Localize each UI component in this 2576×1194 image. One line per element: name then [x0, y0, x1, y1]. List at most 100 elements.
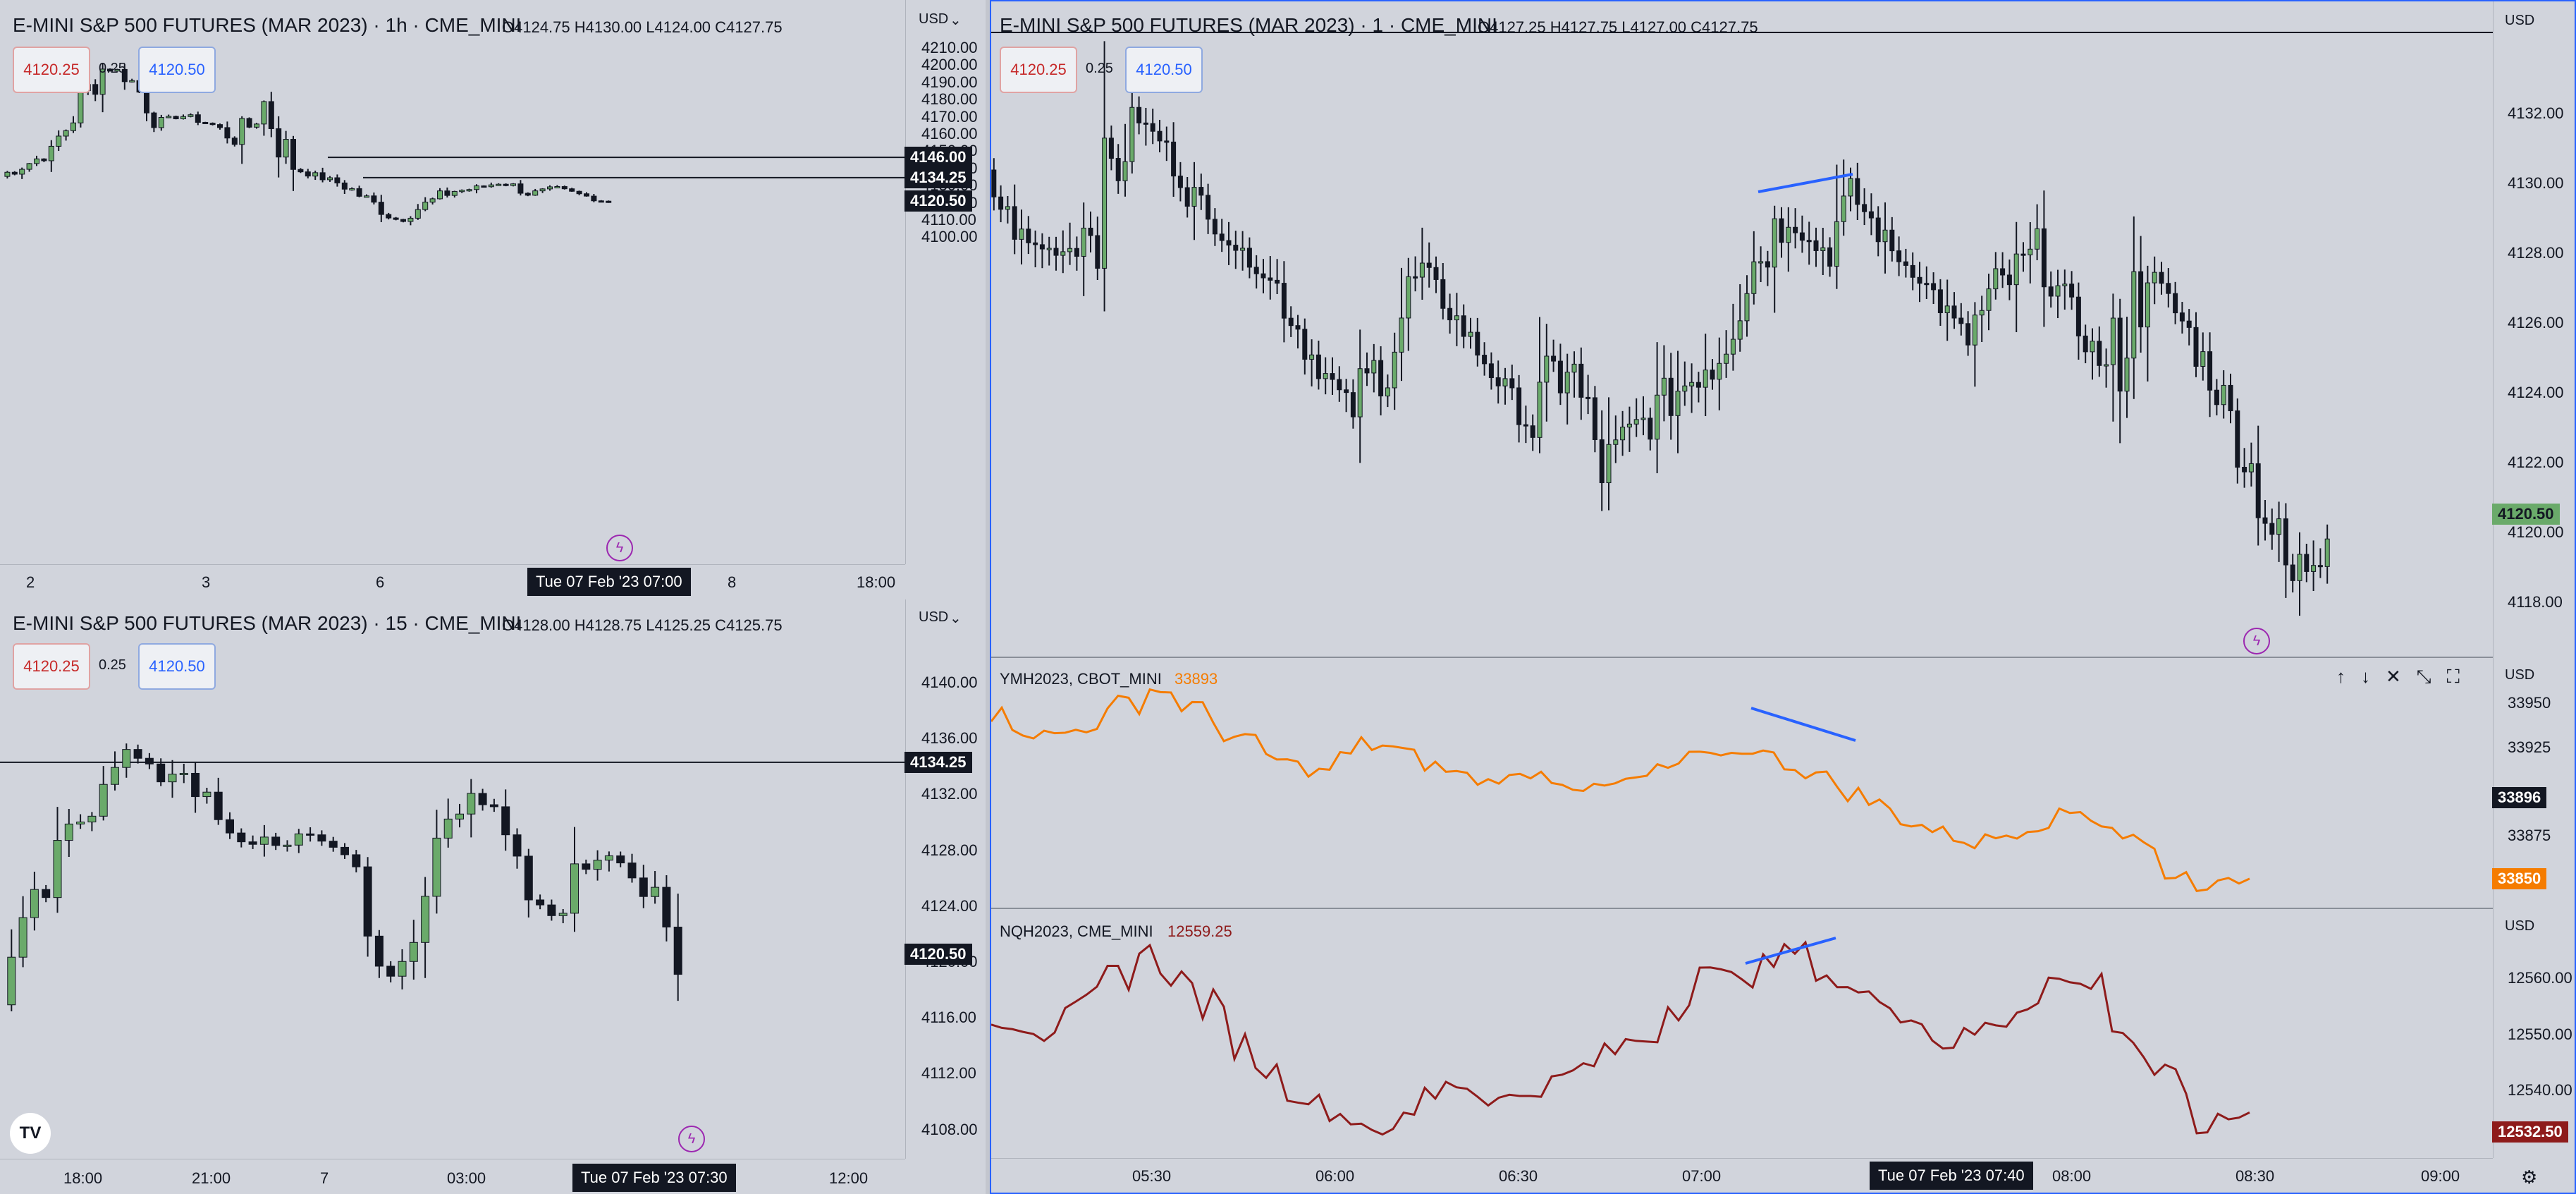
currency-label[interactable]: USD: [919, 11, 948, 28]
bar-candle: [2255, 463, 2261, 518]
bar-candle: [1268, 277, 1273, 281]
currency-label-ym[interactable]: USD: [2505, 667, 2534, 683]
lightning-icon[interactable]: ϟ: [2243, 628, 2270, 654]
bar-candle: [133, 749, 142, 759]
bar-candle: [41, 158, 47, 162]
buy-button[interactable]: 4120.50: [1125, 47, 1203, 93]
candlestick-chart-15m[interactable]: [0, 599, 905, 1159]
bar-candle: [2248, 463, 2254, 473]
bar-candle: [467, 793, 476, 815]
price-tick: 4140.00: [921, 674, 978, 691]
settings-gear-icon[interactable]: ⚙: [2521, 1166, 2537, 1188]
bar-candle: [7, 956, 16, 1006]
currency-label[interactable]: USD: [2505, 13, 2534, 29]
bar-candle: [1288, 317, 1294, 327]
bar-candle: [1648, 418, 1653, 440]
bar-candle: [1765, 261, 1770, 268]
multi-chart-area[interactable]: [991, 1, 2493, 1158]
collapse-icon[interactable]: ⤡: [2417, 666, 2431, 688]
bar-candle: [2200, 351, 2206, 367]
currency-label[interactable]: USD: [919, 609, 948, 626]
bar-candle: [217, 124, 223, 128]
bar-candle: [1330, 373, 1335, 380]
close-icon[interactable]: ✕: [2386, 666, 2401, 688]
bar-candle: [2117, 317, 2123, 392]
chart-pane-1m[interactable]: E-MINI S&P 500 FUTURES (MAR 2023) · 1 · …: [990, 0, 2576, 1194]
bar-candle: [1371, 360, 1377, 374]
candlestick-chart-1h[interactable]: [0, 0, 905, 564]
bar-candle: [2104, 364, 2109, 367]
bar-candle: [349, 188, 355, 190]
bar-candle: [466, 189, 472, 192]
bar-candle: [2276, 518, 2282, 535]
bar-candle: [1157, 130, 1163, 142]
bar-candle: [1958, 317, 1964, 324]
price-axis[interactable]: USD USD USD 4132.00 4130.00 4128.00 4126.00…: [2492, 1, 2575, 1158]
indicator-symbol-ym[interactable]: YMH2023, CBOT_MINI: [1000, 670, 1162, 688]
price-tick: 4132.00: [921, 785, 978, 803]
bar-candle: [1337, 379, 1342, 391]
indicator-symbol-nq[interactable]: NQH2023, CME_MINI: [1000, 922, 1153, 941]
bar-candle: [415, 209, 421, 219]
bar-candle: [2214, 389, 2219, 406]
bar-candle: [662, 887, 671, 928]
bar-candle: [481, 185, 487, 188]
bar-candle: [2097, 341, 2102, 366]
bar-candle: [1509, 378, 1515, 389]
bar-candle: [1281, 283, 1287, 319]
maximize-icon[interactable]: ⛶: [2447, 666, 2460, 688]
bar-candle: [271, 836, 281, 846]
bar-candle: [1882, 229, 1888, 243]
price-axis[interactable]: USD ⌄ 4140.00 4136.00 4132.00 4128.00 4124.0…: [904, 599, 984, 1159]
move-up-icon[interactable]: ↑: [2336, 666, 2345, 688]
chart-pane-15m[interactable]: E-MINI S&P 500 FUTURES (MAR 2023) · 15 ·…: [0, 599, 984, 1194]
bar-candle: [1910, 264, 1915, 278]
price-tick: 4122.00: [2508, 453, 2564, 471]
bar-candle: [1177, 176, 1183, 188]
sell-button[interactable]: 4120.25: [1000, 47, 1077, 93]
currency-label-nq[interactable]: USD: [2505, 918, 2534, 934]
buy-button[interactable]: 4120.50: [138, 47, 216, 93]
chevron-down-icon[interactable]: ⌄: [950, 609, 962, 627]
bar-candle: [651, 887, 660, 897]
price-tag: 4120.50: [904, 190, 972, 212]
bar-candle: [276, 128, 282, 158]
price-tick: 4128.00: [921, 841, 978, 859]
time-tick: 03:00: [447, 1169, 486, 1187]
symbol-title[interactable]: E-MINI S&P 500 FUTURES (MAR 2023) · 1h ·…: [13, 14, 521, 37]
bar-candle: [48, 145, 54, 162]
price-tick: 4200.00: [921, 56, 978, 74]
bar-candle: [92, 84, 99, 95]
chart-pane-1h[interactable]: E-MINI S&P 500 FUTURES (MAR 2023) · 1h ·…: [0, 0, 984, 598]
time-axis[interactable]: 05:30 06:00 06:30 07:00 08:00 08:30 09:00 Tue 0…: [991, 1158, 2493, 1193]
move-down-icon[interactable]: ↓: [2361, 666, 2370, 688]
bar-candle: [2283, 518, 2288, 566]
bar-candle: [1143, 122, 1148, 125]
lightning-icon[interactable]: ϟ: [606, 535, 633, 561]
bar-candle: [1067, 248, 1073, 252]
bar-candle: [2035, 228, 2040, 250]
time-axis[interactable]: 2 3 6 8 18:00 Tue 07 Feb '23 07:00: [0, 564, 905, 598]
price-axis[interactable]: USD ⌄ 4210.00 4200.00 4190.00 4180.00 4170.0…: [904, 0, 984, 564]
bar-candle: [1965, 323, 1971, 346]
bar-candle: [1426, 262, 1432, 268]
lightning-icon[interactable]: ϟ: [678, 1126, 705, 1152]
crosshair-time-tag: Tue 07 Feb '23 07:30: [572, 1164, 736, 1192]
time-axis[interactable]: 18:00 21:00 7 03:00 12:00 Tue 07 Feb '23 07:3…: [0, 1159, 905, 1194]
bar-candle: [1454, 315, 1459, 321]
sell-button[interactable]: 4120.25: [13, 643, 90, 690]
chevron-down-icon[interactable]: ⌄: [950, 11, 962, 29]
bar-candle: [237, 832, 246, 843]
bar-candle: [2262, 517, 2268, 524]
bar-candle: [1191, 187, 1197, 207]
bar-candle: [1495, 377, 1501, 386]
tradingview-logo[interactable]: TV: [10, 1113, 51, 1154]
buy-button[interactable]: 4120.50: [138, 643, 216, 690]
symbol-title[interactable]: E-MINI S&P 500 FUTURES (MAR 2023) · 15 ·…: [13, 612, 521, 635]
sell-button[interactable]: 4120.25: [13, 47, 90, 93]
bar-candle: [364, 195, 369, 198]
bar-candle: [1793, 226, 1798, 233]
price-tick: 4136.00: [921, 729, 978, 748]
bar-candle: [2207, 351, 2213, 391]
symbol-title[interactable]: E-MINI S&P 500 FUTURES (MAR 2023) · 1 · …: [1000, 14, 1497, 37]
